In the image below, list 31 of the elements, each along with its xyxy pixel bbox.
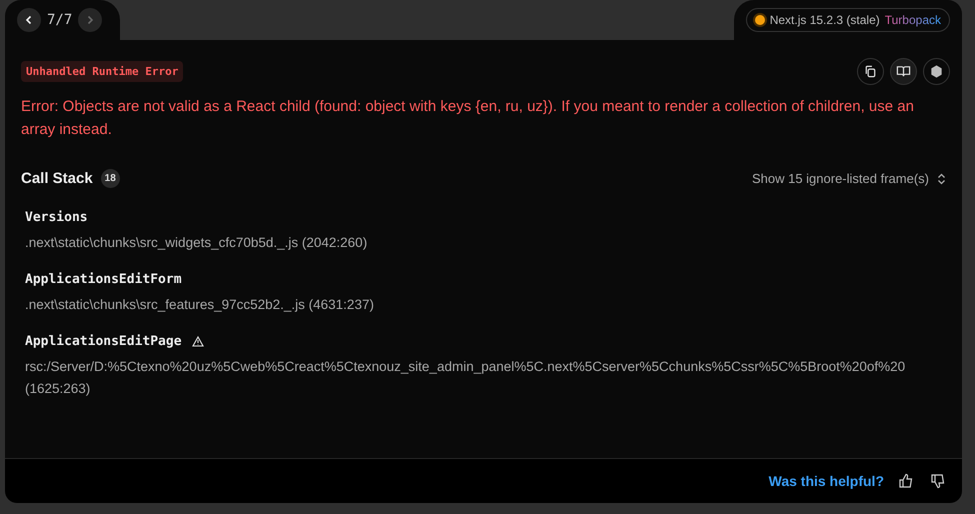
previous-button[interactable]	[17, 8, 41, 32]
chevron-right-icon	[85, 15, 96, 25]
version-badge[interactable]: Next.js 15.2.3 (stale) Turbopack	[746, 8, 950, 32]
chevrons-icon	[937, 172, 946, 184]
error-type-label: Unhandled Runtime Error	[21, 61, 184, 82]
error-counter: 7/7	[47, 12, 72, 28]
frame-location[interactable]: .next\static\chunks\src_widgets_cfc70b5d._.js (2042:260)	[25, 232, 950, 254]
frame-count: 18	[100, 169, 120, 188]
chevron-left-icon	[24, 15, 34, 25]
ignore-listed-toggle[interactable]: Show 15 ignore-listed frame(s)	[752, 171, 950, 186]
book-icon	[896, 64, 911, 79]
docs-button[interactable]	[890, 58, 917, 85]
error-message: Error: Objects are not valid as a React child (found: object with keys {en, ru, uz}). If you meant to render a collection of children, use an array instead.	[21, 97, 915, 140]
frame-position: (1625:263)	[25, 380, 92, 398]
frame-name[interactable]: ApplicationsEditPage	[25, 334, 182, 349]
call-stack-title: Call Stack	[21, 170, 93, 187]
copy-icon	[863, 64, 878, 79]
version-text: Next.js 15.2.3 (stale)	[770, 13, 880, 27]
bundler-text: Turbopack	[884, 13, 941, 27]
thumbs-down-icon	[930, 473, 946, 489]
status-dot	[754, 15, 765, 25]
frame-name[interactable]: ApplicationsEditForm	[25, 272, 182, 287]
frame-location[interactable]: .next\static\chunks\src_features_97cc52b2._.js (4631:237)	[25, 294, 950, 316]
copy-button[interactable]	[857, 58, 884, 85]
frame-location[interactable]: rsc:/Server/D:%5Ctexno%20uz%5Cweb%5Creact%5Ctexnouz_site_admin_panel%5C.next%5Cserver%5Cchunks%5Cssr%5C%5Broot%20of%20	[25, 356, 950, 378]
warning-icon	[192, 336, 204, 347]
feedback-question: Was this helpful?	[768, 473, 884, 489]
hexagon-icon	[929, 64, 944, 79]
nodejs-button[interactable]	[923, 58, 950, 85]
thumbs-up-icon	[898, 473, 914, 489]
frame-name[interactable]: Versions	[25, 210, 88, 225]
